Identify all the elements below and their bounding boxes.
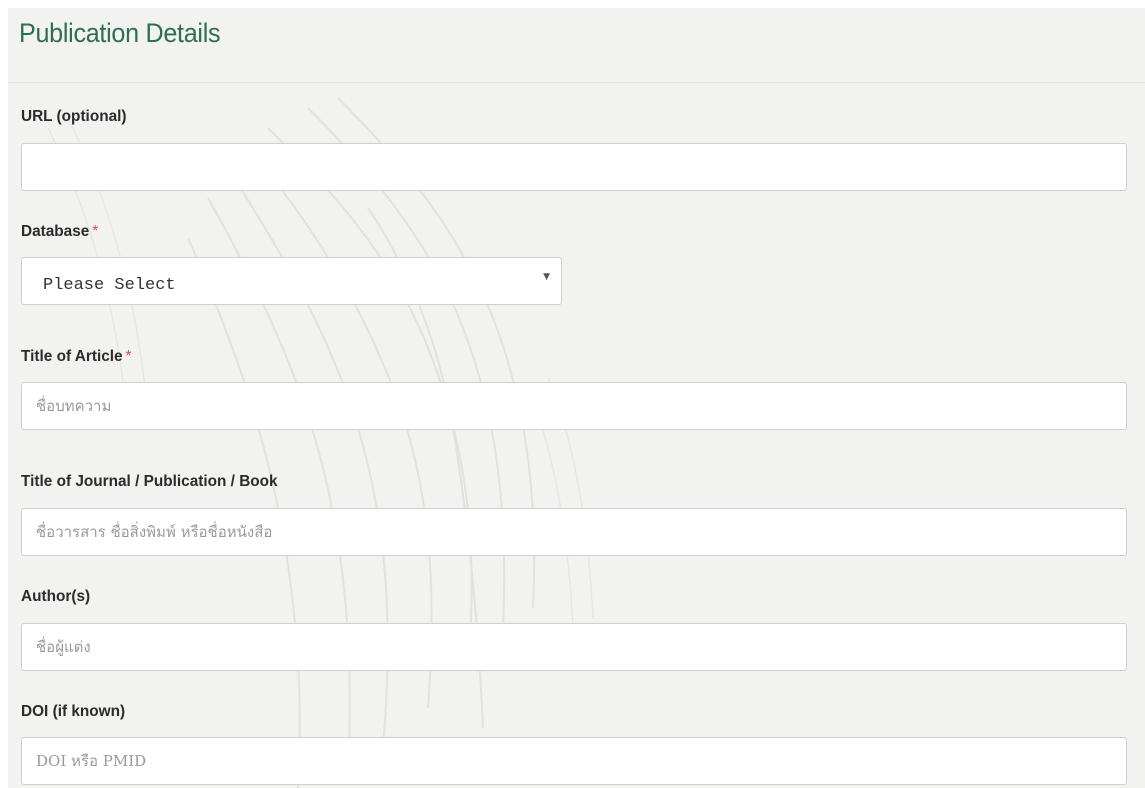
chevron-down-icon: ▼ [543,272,550,282]
article-title-input[interactable] [21,382,1127,430]
article-title-label: Title of Article * [21,348,131,366]
journal-title-label-text: Title of Journal / Publication / Book [21,473,278,490]
doi-label-text: DOI (if known) [21,703,126,720]
journal-title-input[interactable] [21,508,1127,556]
url-label-text: URL (optional) [21,108,127,125]
database-label-text: Database [21,223,90,240]
title-divider [8,82,1145,83]
section-title: Publication Details [19,18,221,48]
journal-title-label: Title of Journal / Publication / Book [21,473,278,491]
required-asterisk: * [125,348,132,365]
authors-label-text: Author(s) [21,588,91,605]
database-selected-value: Please Select [43,276,176,295]
authors-input[interactable] [21,623,1127,671]
publication-details-panel: Publication Details URL (optional) Datab… [8,8,1145,788]
url-label: URL (optional) [21,108,127,126]
url-input[interactable] [21,143,1127,191]
doi-input[interactable] [21,737,1127,785]
authors-label: Author(s) [21,588,90,606]
doi-label: DOI (if known) [21,703,125,721]
article-title-label-text: Title of Article [21,348,123,365]
database-label: Database * [21,223,98,241]
required-asterisk: * [92,223,99,240]
database-select[interactable]: Please Select ▼ [21,257,562,305]
